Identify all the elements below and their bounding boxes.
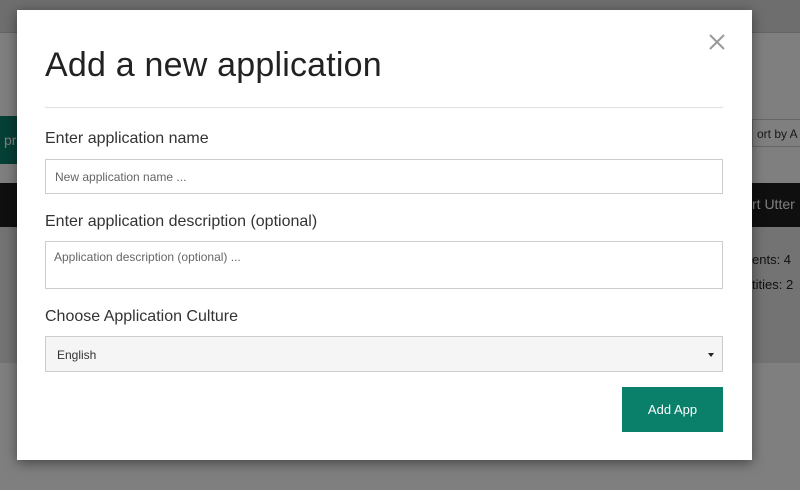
application-description-input[interactable]: [45, 241, 723, 289]
culture-selected-value: English: [57, 348, 97, 362]
add-application-dialog: Add a new application Enter application …: [17, 10, 752, 460]
application-culture-select[interactable]: English: [45, 336, 723, 372]
application-name-input[interactable]: [45, 159, 723, 194]
application-name-label: Enter application name: [45, 130, 209, 147]
application-description-label: Enter application description (optional): [45, 213, 318, 230]
application-culture-label: Choose Application Culture: [45, 308, 239, 325]
close-button[interactable]: [705, 30, 729, 54]
close-icon: [709, 34, 725, 50]
dialog-title: Add a new application: [45, 46, 382, 84]
caret-down-icon: [708, 353, 714, 357]
add-app-button[interactable]: Add App: [622, 387, 723, 432]
title-divider: [45, 107, 723, 108]
